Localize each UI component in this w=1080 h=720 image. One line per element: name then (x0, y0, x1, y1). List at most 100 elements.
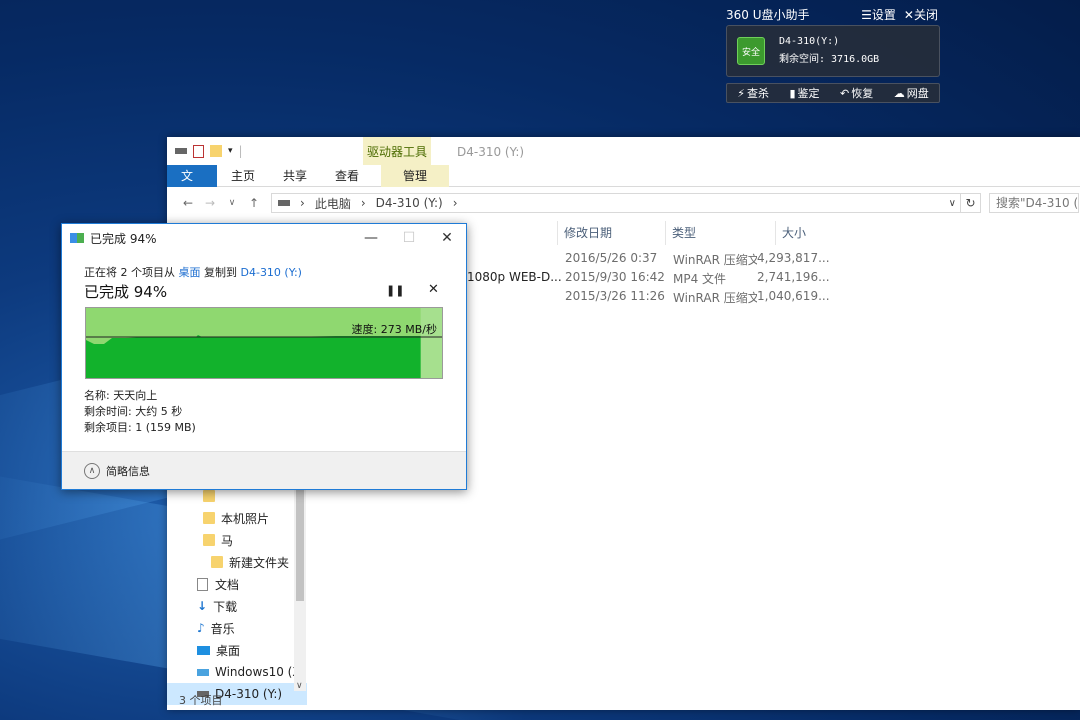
cancel-icon[interactable]: ✕ (428, 282, 439, 297)
settings-button[interactable]: ☰设置 (861, 6, 896, 23)
cloud-label: 网盘 (906, 87, 929, 100)
forward-arrow-icon[interactable]: → (199, 196, 221, 210)
tab-home[interactable]: 主页 (217, 165, 269, 187)
scrollbar-thumb[interactable] (296, 485, 304, 601)
nav-item-downloads[interactable]: ↓ 下载 (167, 595, 307, 617)
file-type: MP4 文件 (673, 272, 727, 286)
tab-manage[interactable]: 管理 (381, 164, 450, 187)
nav-label: Windows10 (X: (215, 665, 305, 679)
folder-icon[interactable] (210, 145, 222, 157)
copy-details: 名称: 天天向上 剩余时间: 大约 5 秒 剩余项目: 1 (159 MB) (84, 388, 196, 436)
column-headers: 修改日期 类型 大小 (557, 221, 845, 245)
minimize-button[interactable]: — (352, 224, 390, 252)
tab-share[interactable]: 共享 (269, 165, 321, 187)
less-details-button[interactable]: 简略信息 (106, 463, 150, 479)
column-size[interactable]: 大小 (775, 221, 845, 245)
maximize-button: ☐ (402, 230, 416, 246)
desktop-icon (197, 645, 210, 655)
address-dropdown-icon[interactable]: ∨ (949, 198, 956, 209)
items-remaining: 剩余项目: 1 (159 MB) (84, 421, 196, 434)
search-input[interactable]: 搜索"D4-310 (Y:)" (989, 193, 1079, 213)
verify-label: 鉴定 (797, 87, 820, 100)
folder-icon (203, 490, 215, 502)
quick-access-toolbar: ▾ | 驱动器工具 D4-310 (Y:) (167, 137, 1080, 165)
file-date: 2016/5/26 0:37 (565, 251, 658, 265)
file-size: 2,741,196... (757, 270, 830, 284)
breadcrumb-drive[interactable]: D4-310 (Y:) (376, 196, 443, 210)
breadcrumb-this-pc[interactable]: 此电脑 (315, 195, 351, 212)
separator: | (238, 144, 243, 158)
music-note-icon: ♪ (197, 621, 205, 635)
file-size: 4,293,817... (757, 251, 830, 265)
menu-icon: ☰ (861, 7, 872, 22)
file-size: 1,040,619... (757, 289, 830, 303)
file-date: 2015/9/30 16:42 (565, 270, 665, 284)
verify-button[interactable]: ▮ 鉴定 (789, 85, 819, 101)
properties-icon[interactable] (193, 144, 204, 158)
cloud-icon: ☁ (893, 86, 905, 100)
address-bar[interactable]: › 此电脑 › D4-310 (Y:) › ∨ (271, 193, 961, 213)
dialog-title: 已完成 94% (90, 231, 157, 246)
destination-link[interactable]: D4-310 (Y:) (241, 266, 302, 279)
close-button[interactable]: ✕ (428, 224, 466, 252)
source-link[interactable]: 桌面 (179, 266, 201, 279)
speed-chart (86, 308, 442, 378)
speed-label: 速度: 273 MB/秒 (351, 323, 437, 336)
chevron-up-icon[interactable]: ∧ (84, 462, 100, 479)
file-row[interactable]: 1080p WEB-D... 2015/9/30 16:42 MP4 文件 2,… (467, 270, 847, 289)
nav-item-documents[interactable]: 文档 (167, 573, 307, 595)
widget-title: 360 U盘小助手 (726, 7, 810, 22)
nav-item-new-folder[interactable]: 新建文件夹 (167, 551, 307, 573)
close-icon: ✕ (903, 7, 914, 22)
nav-item-photos[interactable]: 本机照片 (167, 507, 307, 529)
scan-button[interactable]: ⚡ 查杀 (737, 85, 769, 101)
navigation-pane: 本机照片 马 新建文件夹 文档 ↓ 下载 ♪ 音乐 桌面 Windows10 (X:… (167, 485, 307, 705)
drive-card[interactable]: 安全 D4-310(Y:) 剩余空间: 3716.0GB (726, 25, 940, 77)
nav-scrollbar[interactable]: ∨ (294, 485, 306, 691)
copy-description: 正在将 2 个项目从 桌面 复制到 D4-310 (Y:) (84, 264, 302, 280)
nav-item-music[interactable]: ♪ 音乐 (167, 617, 307, 639)
dropdown-icon[interactable]: ▾ (228, 146, 233, 156)
drive-tools-tab: 驱动器工具 (363, 137, 431, 165)
back-arrow-icon[interactable]: ← (177, 196, 199, 210)
recent-chevron-icon[interactable]: ∨ (221, 198, 243, 208)
time-remaining: 剩余时间: 大约 5 秒 (84, 405, 183, 418)
file-date: 2015/3/26 11:26 (565, 289, 665, 303)
nav-item-desktop[interactable]: 桌面 (167, 639, 307, 661)
file-list: 2016/5/26 0:37 WinRAR 压缩文... 4,293,817..… (467, 251, 847, 308)
nav-item-windows-drive[interactable]: Windows10 (X: (167, 661, 307, 683)
copy-progress-dialog: 已完成 94% — ☐ ✕ 正在将 2 个项目从 桌面 复制到 D4-310 (… (61, 223, 467, 490)
usb-drive-icon: 安全 (737, 37, 765, 65)
refresh-icon[interactable]: ↻ (961, 193, 981, 213)
nav-label: 下载 (213, 599, 238, 614)
nav-label: 马 (221, 533, 234, 548)
scroll-down-icon[interactable]: ∨ (296, 681, 303, 691)
file-row[interactable]: 2016/5/26 0:37 WinRAR 压缩文... 4,293,817..… (467, 251, 847, 270)
tab-view[interactable]: 查看 (321, 165, 373, 187)
restore-button[interactable]: ↶ 恢复 (840, 85, 873, 101)
status-bar-count: 3 个项目 (179, 694, 223, 707)
up-arrow-icon[interactable]: ↑ (243, 196, 265, 210)
nav-label: 桌面 (216, 643, 241, 658)
file-name (467, 289, 565, 308)
drive-name: D4-310(Y:) (779, 36, 840, 47)
cloud-disk-button[interactable]: ☁ 网盘 (894, 85, 929, 101)
file-row[interactable]: 2015/3/26 11:26 WinRAR 压缩文... 1,040,619.… (467, 289, 847, 308)
nav-label: 本机照片 (221, 511, 270, 526)
nav-label: 新建文件夹 (229, 555, 290, 570)
pause-icon[interactable]: ❚❚ (386, 284, 404, 297)
column-type[interactable]: 类型 (665, 221, 775, 245)
close-widget-button[interactable]: ✕关闭 (904, 6, 938, 23)
settings-label: 设置 (871, 7, 896, 22)
column-date[interactable]: 修改日期 (557, 221, 665, 245)
ribbon-tabs: 文件 主页 共享 查看 管理 (167, 164, 1080, 205)
dialog-footer: ∧ 简略信息 (62, 451, 466, 489)
drive-icon (278, 200, 290, 206)
tab-file[interactable]: 文件 (167, 164, 217, 205)
nav-label: 音乐 (210, 621, 235, 636)
file-type: WinRAR 压缩文... (673, 253, 757, 267)
nav-item-ma[interactable]: 马 (167, 529, 307, 551)
download-arrow-icon: ↓ (197, 599, 208, 613)
progress-heading: 已完成 94% (84, 283, 168, 301)
watermark-text: 什么值得买 (946, 685, 1046, 709)
